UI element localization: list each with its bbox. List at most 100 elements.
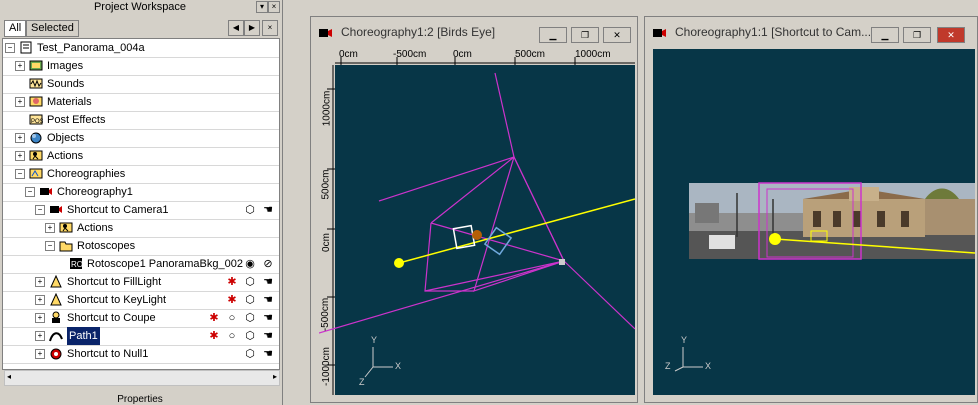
collapse-icon[interactable]: − xyxy=(5,43,15,53)
tab-all[interactable]: All xyxy=(4,20,27,37)
workspace-title: Project Workspace xyxy=(93,1,187,13)
scroll-right-arrow-icon[interactable]: ▸ xyxy=(273,372,277,381)
objects-icon xyxy=(29,131,43,144)
scroll-left-arrow-icon[interactable]: ◂ xyxy=(7,372,11,381)
tree-item-materials[interactable]: + Materials xyxy=(3,93,279,112)
tree-label: Path1 xyxy=(67,327,100,345)
tree-item-choreographies[interactable]: − Choreographies xyxy=(3,165,279,184)
expand-icon[interactable]: + xyxy=(15,97,25,107)
actions-icon xyxy=(59,221,73,234)
tree-item-camera-actions[interactable]: + Actions xyxy=(3,219,279,238)
expand-icon[interactable]: + xyxy=(45,223,55,233)
cube-icon[interactable]: ⬡ xyxy=(243,329,257,343)
expand-icon[interactable]: + xyxy=(35,277,45,287)
svg-text:RO: RO xyxy=(71,260,83,269)
ruler-top-label: -500cm xyxy=(393,49,427,60)
disabled-icon[interactable]: ⊘ xyxy=(261,257,275,271)
expand-icon[interactable]: + xyxy=(35,349,45,359)
properties-title: Properties xyxy=(117,394,163,405)
close-button[interactable]: ✕ xyxy=(603,27,631,43)
hand-icon[interactable]: ☚ xyxy=(261,329,275,343)
scroll-left-icon[interactable]: ◀ xyxy=(228,20,244,36)
hand-icon[interactable]: ☚ xyxy=(261,293,275,307)
cube-icon[interactable]: ⬡ xyxy=(243,347,257,361)
minimize-button[interactable]: ▁ xyxy=(539,27,567,43)
tree-item-rotoscopes[interactable]: − Rotoscopes xyxy=(3,237,279,256)
close-tab-icon[interactable]: × xyxy=(262,20,278,36)
hand-icon[interactable]: ☚ xyxy=(261,347,275,361)
close-button[interactable]: ✕ xyxy=(937,27,965,43)
cube-icon[interactable]: ⬡ xyxy=(243,311,257,325)
collapse-icon[interactable]: − xyxy=(35,205,45,215)
project-tree: − Test_Panorama_004a + Images Sounds + M… xyxy=(2,38,280,370)
collapse-icon[interactable]: − xyxy=(45,241,55,251)
camera-icon xyxy=(49,203,63,216)
restore-button[interactable]: ❐ xyxy=(571,27,599,43)
hand-icon[interactable]: ☚ xyxy=(261,203,275,217)
cube-icon[interactable]: ⬡ xyxy=(243,293,257,307)
scroll-right-icon[interactable]: ▶ xyxy=(244,20,260,36)
render-off-icon[interactable]: ✱ xyxy=(225,275,239,289)
horizontal-scrollbar[interactable]: ◂ ▸ xyxy=(4,370,280,386)
ruler-top-label: 1000cm xyxy=(575,49,611,60)
expand-icon[interactable]: + xyxy=(15,133,25,143)
images-icon xyxy=(29,59,43,72)
tree-item-actions[interactable]: + Actions xyxy=(3,147,279,166)
camera-icon xyxy=(653,27,667,39)
tree-item-null1[interactable]: + Shortcut to Null1 ⬡ ☚ xyxy=(3,345,279,364)
cube-icon[interactable]: ⬡ xyxy=(243,275,257,289)
birds-eye-canvas[interactable]: 0cm -500cm 0cm 500cm 1000cm 1000cm 500cm… xyxy=(319,49,635,395)
tree-item-keylight[interactable]: + Shortcut to KeyLight ✱ ⬡ ☚ xyxy=(3,291,279,310)
sounds-icon xyxy=(29,77,43,90)
choreographies-icon xyxy=(29,167,43,180)
tree-label: Choreographies xyxy=(47,168,126,180)
tree-item-camera1[interactable]: − Shortcut to Camera1 ⬡ ☚ xyxy=(3,201,279,220)
path-icon xyxy=(49,329,63,342)
camera-canvas[interactable]: Y X Z xyxy=(653,49,975,395)
svg-text:POST: POST xyxy=(31,119,43,125)
render-off-icon[interactable]: ✱ xyxy=(207,311,221,325)
collapse-icon[interactable]: − xyxy=(15,169,25,179)
eye-icon[interactable]: ◉ xyxy=(243,257,257,271)
cube-icon[interactable]: ⬡ xyxy=(243,203,257,217)
tree-label: Shortcut to KeyLight xyxy=(67,294,167,306)
dropdown-icon[interactable]: ▾ xyxy=(256,1,268,13)
tree-item-project[interactable]: − Test_Panorama_004a xyxy=(3,39,279,58)
expand-icon[interactable]: + xyxy=(35,313,45,323)
folder-icon xyxy=(59,239,73,252)
circle-icon[interactable]: ○ xyxy=(225,311,239,325)
expand-icon[interactable]: + xyxy=(15,151,25,161)
tab-selected[interactable]: Selected xyxy=(26,20,79,37)
tree-item-images[interactable]: + Images xyxy=(3,57,279,76)
tree-item-coupe[interactable]: + Shortcut to Coupe ✱ ○ ⬡ ☚ xyxy=(3,309,279,328)
ruler-left-label: 500cm xyxy=(320,169,332,200)
render-off-icon[interactable]: ✱ xyxy=(225,293,239,307)
panel-splitter[interactable] xyxy=(282,0,307,405)
hand-icon[interactable]: ☚ xyxy=(261,311,275,325)
tree-item-filllight[interactable]: + Shortcut to FillLight ✱ ⬡ ☚ xyxy=(3,273,279,292)
model-icon xyxy=(49,311,63,324)
tree-item-sounds[interactable]: Sounds xyxy=(3,75,279,94)
tree-label: Sounds xyxy=(47,78,85,90)
actions-icon xyxy=(29,149,43,162)
ruler-left-label: 0cm xyxy=(320,233,332,252)
tree-label: Shortcut to Coupe xyxy=(67,312,156,324)
restore-button[interactable]: ❐ xyxy=(903,27,931,43)
close-icon[interactable]: × xyxy=(268,1,280,13)
hand-icon[interactable]: ☚ xyxy=(261,275,275,289)
tree-label: Actions xyxy=(47,150,84,162)
expand-icon[interactable]: + xyxy=(35,295,45,305)
tree-item-choreography1[interactable]: − Choreography1 xyxy=(3,183,279,202)
render-off-icon[interactable]: ✱ xyxy=(207,329,221,343)
expand-icon[interactable]: + xyxy=(15,61,25,71)
tree-item-path1[interactable]: + Path1 ✱ ○ ⬡ ☚ xyxy=(3,327,279,346)
tree-item-post-effects[interactable]: POST Post Effects xyxy=(3,111,279,130)
collapse-icon[interactable]: − xyxy=(25,187,35,197)
tree-item-rotoscope1[interactable]: RO Rotoscope1 PanoramaBkg_002 ◉ ⊘ xyxy=(3,255,279,274)
minimize-button[interactable]: ▁ xyxy=(871,27,899,43)
rotoscope-icon: RO xyxy=(69,257,83,270)
circle-icon[interactable]: ○ xyxy=(225,329,239,343)
expand-icon[interactable]: + xyxy=(35,331,45,341)
tree-label: Rotoscope1 PanoramaBkg_002 xyxy=(87,258,243,270)
tree-item-objects[interactable]: + Objects xyxy=(3,129,279,148)
